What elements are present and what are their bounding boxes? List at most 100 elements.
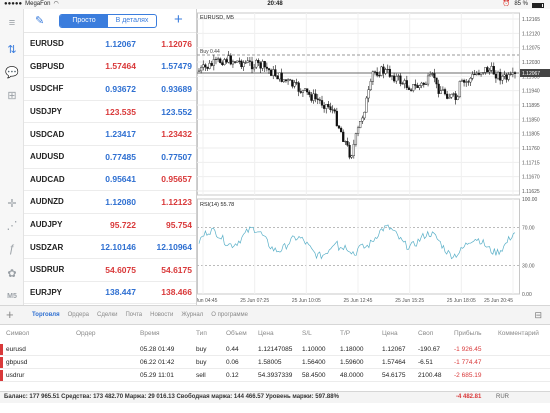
table-row[interactable]: usdrur 05.29 11:01 sell 0.12 54.3937339 58.45… [0, 369, 550, 382]
price-marker-label: 1.12067 [522, 71, 540, 77]
quote-row[interactable]: USDRUR 54.6075 54.6175 [24, 259, 196, 282]
add-symbol-icon[interactable]: + [174, 11, 183, 29]
quote-bid: 12.10146 [100, 242, 136, 253]
chart-area[interactable]: 1.12165 1.12120 1.12075 1.12030 1.11985 1.119… [197, 9, 550, 305]
candle-body [291, 79, 294, 87]
tab-3[interactable]: Почта [125, 306, 142, 325]
candle-body [303, 88, 307, 91]
status-bar: ●●●●● MegaFon ◠ 20:48 ⏰ 85 % [0, 0, 550, 9]
quote-ask: 0.95657 [161, 174, 192, 185]
quote-row[interactable]: EURUSD 1.12067 1.12076 [24, 33, 196, 56]
candle-body [509, 73, 512, 75]
column-header[interactable]: T/P [340, 327, 350, 340]
price-tick-label: 1.11760 [522, 146, 540, 152]
tab-2[interactable]: Сделки [97, 306, 117, 325]
quote-row[interactable]: USDZAR 12.10146 12.10964 [24, 236, 196, 259]
candle-body [488, 70, 491, 73]
column-header[interactable]: Тип [196, 327, 207, 340]
quote-row[interactable]: USDCAD 1.23417 1.23432 [24, 123, 196, 146]
candle-body [361, 117, 364, 122]
cell-profit: -2 685.19 [454, 372, 482, 379]
candle-body [308, 91, 311, 95]
edit-icon[interactable]: ✎ [35, 14, 44, 27]
candle-body [469, 78, 472, 83]
new-order-icon[interactable]: + [6, 307, 14, 322]
candle-body [227, 55, 230, 63]
mode-simple-button[interactable]: Просто [60, 15, 108, 27]
quote-symbol: USDZAR [30, 242, 64, 252]
objects-icon[interactable]: ✿ [4, 265, 20, 281]
quote-row[interactable]: USDJPY 123.535 123.552 [24, 101, 196, 124]
candle-body [399, 75, 402, 84]
candle-body [267, 68, 271, 71]
candle-body [261, 61, 264, 69]
column-header[interactable]: S/L [302, 327, 312, 340]
candle-body [494, 74, 498, 79]
candle-body [458, 81, 461, 97]
tab-6[interactable]: О программе [211, 306, 248, 325]
candle-body [356, 127, 360, 134]
column-header[interactable]: Прибыль [454, 327, 482, 340]
rsi-tick-label: 30.00 [522, 264, 535, 270]
price-tick-label: 1.11805 [522, 132, 540, 138]
column-header[interactable]: Своп [418, 327, 433, 340]
view-mode-switch[interactable]: Просто В деталях [59, 14, 157, 28]
quote-row[interactable]: EURJPY 138.447 138.466 [24, 282, 196, 305]
tab-5[interactable]: Журнал [181, 306, 203, 325]
quote-bid: 1.23417 [105, 129, 136, 140]
chat-icon[interactable]: 💬 [4, 64, 20, 80]
tab-4[interactable]: Новости [150, 306, 173, 325]
candle-body [299, 91, 302, 93]
quote-row[interactable]: AUDUSD 0.77485 0.77507 [24, 146, 196, 169]
cell-time: 05.29 11:01 [140, 372, 174, 379]
quotes-arrows-icon[interactable]: ⇅ [4, 41, 20, 57]
layout-icon[interactable]: ⊟ [534, 310, 542, 321]
table-row[interactable]: gbpusd 06.22 01:42 buy 0.06 1.58005 1.56400 1.… [0, 356, 550, 369]
column-header[interactable]: Цена [258, 327, 274, 340]
cell-price: 1.58005 [258, 359, 282, 366]
quote-row[interactable]: USDCHF 0.93672 0.93689 [24, 78, 196, 101]
candle-body [231, 61, 235, 65]
candle-body [297, 82, 300, 92]
candle-body [505, 74, 508, 80]
column-header[interactable]: Время [140, 327, 160, 340]
price-chart[interactable]: 1.121651.121201.120751.120301.119851.119… [197, 9, 550, 305]
quote-bid: 1.57464 [105, 61, 136, 72]
timeframe-m5[interactable]: M5 [4, 288, 20, 304]
quote-row[interactable]: AUDNZD 1.12080 1.12123 [24, 191, 196, 214]
quote-ask: 0.77507 [161, 151, 192, 162]
cell-time: 06.22 01:42 [140, 359, 175, 366]
candle-body [263, 61, 266, 68]
time-tick-label: 25 Jun 04:45 [197, 298, 218, 304]
crosshair-icon[interactable]: ✛ [4, 195, 20, 211]
column-header[interactable]: Символ [6, 327, 29, 340]
candle-body [301, 89, 305, 93]
quote-row[interactable]: GBPUSD 1.57464 1.57479 [24, 56, 196, 79]
quote-row[interactable]: AUDCAD 0.95641 0.95657 [24, 169, 196, 192]
table-row[interactable]: eurusd 05.28 01:49 buy 0.44 1.12147085 1.1000… [0, 343, 550, 356]
candle-body [393, 75, 396, 82]
row-marker [0, 370, 3, 381]
cell-swap: -6.51 [418, 359, 433, 366]
quote-row[interactable]: AUDJPY 95.722 95.754 [24, 214, 196, 237]
price-tick-label: 1.12075 [522, 46, 540, 52]
tab-0[interactable]: Торговля [32, 306, 60, 325]
lines-icon[interactable]: ⋰ [4, 217, 20, 233]
candle-body [371, 71, 375, 82]
candle-body [295, 82, 298, 84]
column-header[interactable]: Объем [226, 327, 247, 340]
column-header[interactable]: Ордер [76, 327, 96, 340]
mode-detail-button[interactable]: В деталях [108, 15, 156, 27]
candle-body [229, 55, 232, 65]
terminal-tabs: Торговля Ордера Сделки Почта Новости Журнал О … [32, 306, 248, 325]
function-icon[interactable]: ƒ [4, 241, 20, 257]
column-header[interactable]: Комментарий [498, 327, 539, 340]
column-header[interactable]: Цена [382, 327, 398, 340]
cell-swap: 2100.48 [418, 372, 442, 379]
time-tick-label: 25 Jun 20:45 [484, 298, 513, 304]
tab-1[interactable]: Ордера [68, 306, 89, 325]
candle-body [446, 93, 449, 99]
list-icon[interactable]: ≡ [4, 15, 20, 31]
new-document-icon[interactable]: ⊞ [4, 87, 20, 103]
candle-body [373, 71, 377, 73]
